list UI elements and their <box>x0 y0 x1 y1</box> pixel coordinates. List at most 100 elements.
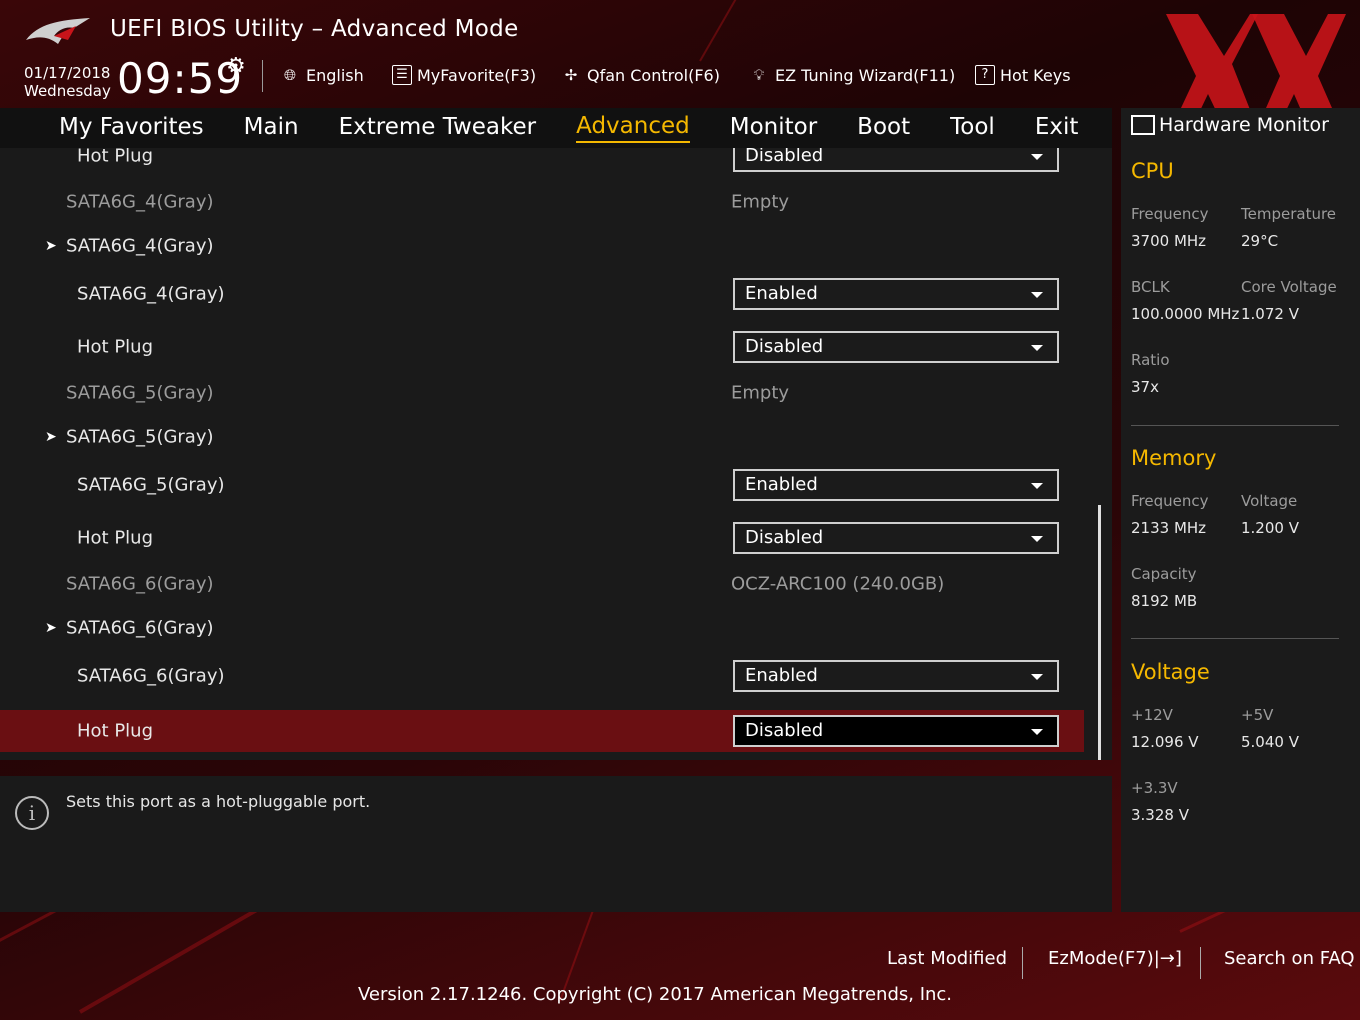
arrow-right-icon: ➤ <box>45 238 57 254</box>
info-icon: i <box>15 796 49 830</box>
hardware-monitor-panel: Hardware Monitor CPU Frequency 3700 MHz … <box>1121 108 1360 912</box>
globe-icon: 🌐︎ <box>283 66 296 84</box>
ez-tuning-button[interactable]: 💡︎ EZ Tuning Wizard(F11) <box>748 60 956 90</box>
tab-tool[interactable]: Tool <box>950 114 995 142</box>
hardware-monitor-label: Hardware Monitor <box>1159 114 1329 136</box>
monitor-icon <box>1131 115 1155 135</box>
memory-voltage-label: Voltage <box>1241 492 1298 510</box>
submenu-row[interactable]: ➤ SATA6G_4(Gray) <box>0 224 1084 268</box>
setting-row[interactable]: Hot Plug Disabled <box>0 516 1084 560</box>
setting-label: Hot Plug <box>77 720 154 742</box>
memory-frequency-label: Frequency <box>1131 492 1209 510</box>
dropdown-value: Disabled <box>745 148 824 166</box>
memory-voltage-value: 1.200 V <box>1241 519 1299 537</box>
setting-row[interactable]: SATA6G_6(Gray) Enabled <box>0 654 1084 698</box>
rog-logo <box>26 18 90 44</box>
caret-down-icon <box>1031 292 1043 298</box>
setting-label: SATA6G_5(Gray) <box>77 474 225 496</box>
hot-keys-label: Hot Keys <box>1000 65 1071 85</box>
port-status-label: SATA6G_6(Gray) <box>66 573 214 595</box>
setting-dropdown[interactable]: Disabled <box>733 522 1059 554</box>
ezmode-button[interactable]: EzMode(F7)|→] <box>1048 948 1182 974</box>
memory-heading: Memory <box>1131 446 1217 470</box>
cpu-frequency-label: Frequency <box>1131 205 1209 223</box>
divider <box>262 60 263 92</box>
caret-down-icon <box>1031 674 1043 680</box>
divider <box>1131 425 1339 426</box>
dropdown-value: Disabled <box>745 527 824 548</box>
v33-label: +3.3V <box>1131 779 1178 797</box>
dropdown-value: Enabled <box>745 474 818 495</box>
v33-value: 3.328 V <box>1131 806 1189 824</box>
tab-advanced[interactable]: Advanced <box>576 113 690 143</box>
scrollbar[interactable] <box>1098 505 1101 760</box>
setting-dropdown[interactable]: Enabled <box>733 660 1059 692</box>
submenu-row[interactable]: ➤ SATA6G_6(Gray) <box>0 606 1084 650</box>
v5-value: 5.040 V <box>1241 733 1299 751</box>
tab-monitor[interactable]: Monitor <box>730 114 817 142</box>
fan-icon: ✢ <box>564 66 578 84</box>
submenu-label: SATA6G_6(Gray) <box>66 617 214 639</box>
help-panel: i Sets this port as a hot-pluggable port… <box>0 776 1112 912</box>
capacity-value: 8192 MB <box>1131 592 1198 610</box>
gear-icon[interactable]: ⚙ <box>226 54 246 79</box>
date-display: 01/17/2018 Wednesday <box>24 64 111 100</box>
caret-down-icon <box>1031 345 1043 351</box>
qfan-label: Qfan Control(F6) <box>587 65 720 85</box>
setting-dropdown[interactable]: Enabled <box>733 469 1059 501</box>
submenu-label: SATA6G_5(Gray) <box>66 426 214 448</box>
setting-dropdown[interactable]: Disabled <box>733 148 1059 172</box>
setting-row[interactable]: SATA6G_5(Gray) Enabled <box>0 463 1084 507</box>
language-button[interactable]: 🌐︎ English <box>279 60 364 90</box>
tab-main[interactable]: Main <box>244 114 299 142</box>
port-status-label: SATA6G_4(Gray) <box>66 191 214 213</box>
language-label: English <box>306 65 364 85</box>
caret-down-icon <box>1031 536 1043 542</box>
dropdown-value: Enabled <box>745 665 818 686</box>
date-text: 01/17/2018 <box>24 64 111 82</box>
v12-label: +12V <box>1131 706 1173 724</box>
core-voltage-label: Core Voltage <box>1241 278 1337 296</box>
port-status-value: OCZ-ARC100 (240.0GB) <box>731 573 945 595</box>
last-modified-button[interactable]: Last Modified <box>887 948 1007 974</box>
setting-label: Hot Plug <box>77 336 154 358</box>
setting-dropdown[interactable]: Disabled <box>733 715 1059 747</box>
search-faq-button[interactable]: Search on FAQ <box>1224 948 1355 974</box>
myfavorite-button[interactable]: ☰ MyFavorite(F3) <box>392 60 536 90</box>
setting-dropdown[interactable]: Enabled <box>733 278 1059 310</box>
port-status-row: SATA6G_4(Gray) Empty <box>0 180 1084 224</box>
tab-exit[interactable]: Exit <box>1035 114 1079 142</box>
setting-row-selected[interactable]: Hot Plug Disabled <box>0 710 1084 752</box>
hot-keys-button[interactable]: ? Hot Keys <box>975 60 1071 90</box>
lightbulb-icon: 💡︎ <box>753 66 765 84</box>
setting-dropdown[interactable]: Disabled <box>733 331 1059 363</box>
tab-extreme-tweaker[interactable]: Extreme Tweaker <box>339 114 537 142</box>
setting-row[interactable]: Hot Plug Disabled <box>0 148 1084 178</box>
favorite-list-icon: ☰ <box>392 65 412 85</box>
qfan-button[interactable]: ✢ Qfan Control(F6) <box>560 60 720 90</box>
memory-frequency-value: 2133 MHz <box>1131 519 1207 537</box>
ratio-label: Ratio <box>1131 351 1170 369</box>
cpu-temperature-value: 29°C <box>1241 232 1279 250</box>
voltage-heading: Voltage <box>1131 660 1210 684</box>
myfavorite-label: MyFavorite(F3) <box>417 65 537 85</box>
tab-my-favorites[interactable]: My Favorites <box>59 114 204 142</box>
setting-row[interactable]: SATA6G_4(Gray) Enabled <box>0 272 1084 316</box>
submenu-row[interactable]: ➤ SATA6G_5(Gray) <box>0 415 1084 459</box>
v5-label: +5V <box>1241 706 1274 724</box>
setting-row[interactable]: Hot Plug Disabled <box>0 325 1084 369</box>
tab-boot[interactable]: Boot <box>857 114 910 142</box>
dropdown-value: Enabled <box>745 283 818 304</box>
cpu-frequency-value: 3700 MHz <box>1131 232 1207 250</box>
arrow-right-icon: ➤ <box>45 429 57 445</box>
bclk-value: 100.0000 MHz <box>1131 305 1240 323</box>
bclk-label: BCLK <box>1131 278 1170 296</box>
question-icon: ? <box>975 65 995 85</box>
help-text: Sets this port as a hot-pluggable port. <box>66 792 371 811</box>
version-text: Version 2.17.1246. Copyright (C) 2017 Am… <box>357 984 953 1005</box>
hardware-monitor-title: Hardware Monitor <box>1131 114 1329 136</box>
setting-label: SATA6G_6(Gray) <box>77 665 225 687</box>
submenu-label: SATA6G_4(Gray) <box>66 235 214 257</box>
divider <box>1200 947 1201 979</box>
ez-tuning-label: EZ Tuning Wizard(F11) <box>775 65 956 85</box>
